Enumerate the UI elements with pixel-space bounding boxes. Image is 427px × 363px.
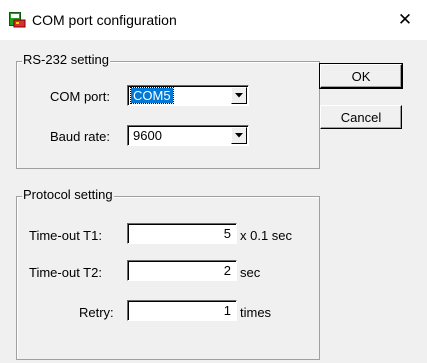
window-title: COM port configuration bbox=[32, 12, 177, 28]
rs232-group-title: RS-232 setting bbox=[22, 52, 110, 67]
timeout-t2-input[interactable]: 2 bbox=[127, 260, 237, 281]
close-button[interactable]: ✕ bbox=[383, 0, 427, 40]
com-port-value: COM5 bbox=[130, 87, 174, 104]
timeout-t1-unit: x 0.1 sec bbox=[240, 228, 293, 243]
chevron-down-icon bbox=[235, 93, 243, 98]
com-port-label: COM port: bbox=[50, 89, 110, 104]
com-port-dropdown-arrow[interactable] bbox=[231, 87, 247, 104]
ok-button[interactable]: OK bbox=[319, 63, 403, 89]
rs232-group bbox=[16, 61, 320, 169]
retry-unit: times bbox=[240, 305, 272, 320]
timeout-t1-input[interactable]: 5 bbox=[127, 223, 237, 244]
baud-rate-value: 9600 bbox=[133, 128, 162, 143]
chevron-down-icon bbox=[235, 133, 243, 138]
timeout-t1-label: Time-out T1: bbox=[29, 228, 102, 243]
com-port-select[interactable]: COM5 bbox=[127, 85, 249, 106]
retry-input[interactable]: 1 bbox=[127, 300, 237, 321]
close-icon: ✕ bbox=[397, 10, 413, 29]
cancel-button[interactable]: Cancel bbox=[320, 105, 402, 129]
app-window-icon bbox=[9, 12, 26, 28]
retry-label: Retry: bbox=[79, 305, 114, 320]
title-bar[interactable]: COM port configuration ✕ bbox=[0, 0, 427, 40]
timeout-t2-label: Time-out T2: bbox=[29, 265, 102, 280]
baud-rate-dropdown-arrow[interactable] bbox=[231, 127, 247, 144]
protocol-group-title: Protocol setting bbox=[22, 187, 114, 202]
timeout-t2-unit: sec bbox=[240, 265, 261, 280]
dialog-body: RS-232 setting COM port: COM5 Baud rate:… bbox=[0, 40, 427, 363]
baud-rate-select[interactable]: 9600 bbox=[127, 125, 249, 146]
baud-rate-label: Baud rate: bbox=[50, 129, 110, 144]
